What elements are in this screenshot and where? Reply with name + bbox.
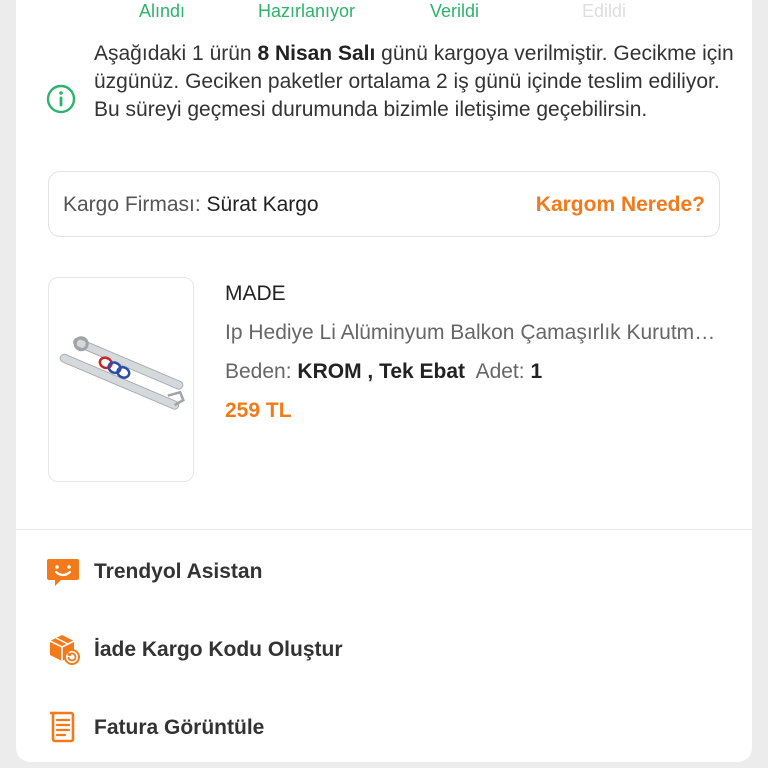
size-value: KROM , Tek Ebat <box>297 360 466 383</box>
view-invoice-label: Fatura Görüntüle <box>94 716 265 739</box>
product-variant-row: Beden: KROM , Tek Ebat Adet: 1 <box>225 360 542 384</box>
order-detail-card: Alındı Hazırlanıyor Verildi Edildi Aşağı… <box>16 0 752 762</box>
order-status-steps: Alındı Hazırlanıyor Verildi Edildi <box>16 0 752 26</box>
create-return-code-button[interactable]: İade Kargo Kodu Oluştur <box>46 630 726 670</box>
notice-text: Aşağıdaki 1 ürün 8 Nisan Salı günü kargo… <box>94 40 734 124</box>
product-thumbnail-graphic <box>59 336 185 410</box>
cargo-company-row: Kargo Firması: Sürat Kargo <box>63 193 319 217</box>
cargo-company-label: Kargo Firması: <box>63 193 201 216</box>
notice-date: 8 Nisan Salı <box>257 42 376 65</box>
info-icon <box>46 84 76 114</box>
size-label: Beden: <box>225 360 292 383</box>
trendyol-assistant-label: Trendyol Asistan <box>94 560 263 583</box>
track-cargo-link[interactable]: Kargom Nerede? <box>536 193 705 217</box>
view-invoice-button[interactable]: Fatura Görüntüle <box>46 708 726 748</box>
product-name[interactable]: Ip Hediye Li Alüminyum Balkon Çamaşırlık… <box>225 321 725 345</box>
product-brand: MADE <box>225 282 286 305</box>
cargo-company-name: Sürat Kargo <box>206 193 319 216</box>
status-step-shipped: Verildi <box>430 1 480 21</box>
status-step-delivered: Edildi <box>582 1 627 21</box>
product-price: 259 TL <box>225 399 292 422</box>
section-divider <box>16 529 752 530</box>
cargo-info-box: Kargo Firması: Sürat Kargo Kargom Nerede… <box>48 171 720 237</box>
quantity-value: 1 <box>530 360 543 383</box>
return-box-icon <box>49 635 80 665</box>
trendyol-assistant-button[interactable]: Trendyol Asistan <box>46 552 726 592</box>
status-step-received: Alındı <box>139 1 186 21</box>
invoice-icon <box>50 711 75 743</box>
notice-text-before: Aşağıdaki 1 ürün <box>94 42 258 65</box>
product-image[interactable] <box>48 277 194 482</box>
chat-bubble-icon <box>47 559 79 586</box>
status-step-preparing: Hazırlanıyor <box>258 1 356 21</box>
quantity-label: Adet: <box>475 360 525 383</box>
create-return-code-label: İade Kargo Kodu Oluştur <box>94 638 343 661</box>
